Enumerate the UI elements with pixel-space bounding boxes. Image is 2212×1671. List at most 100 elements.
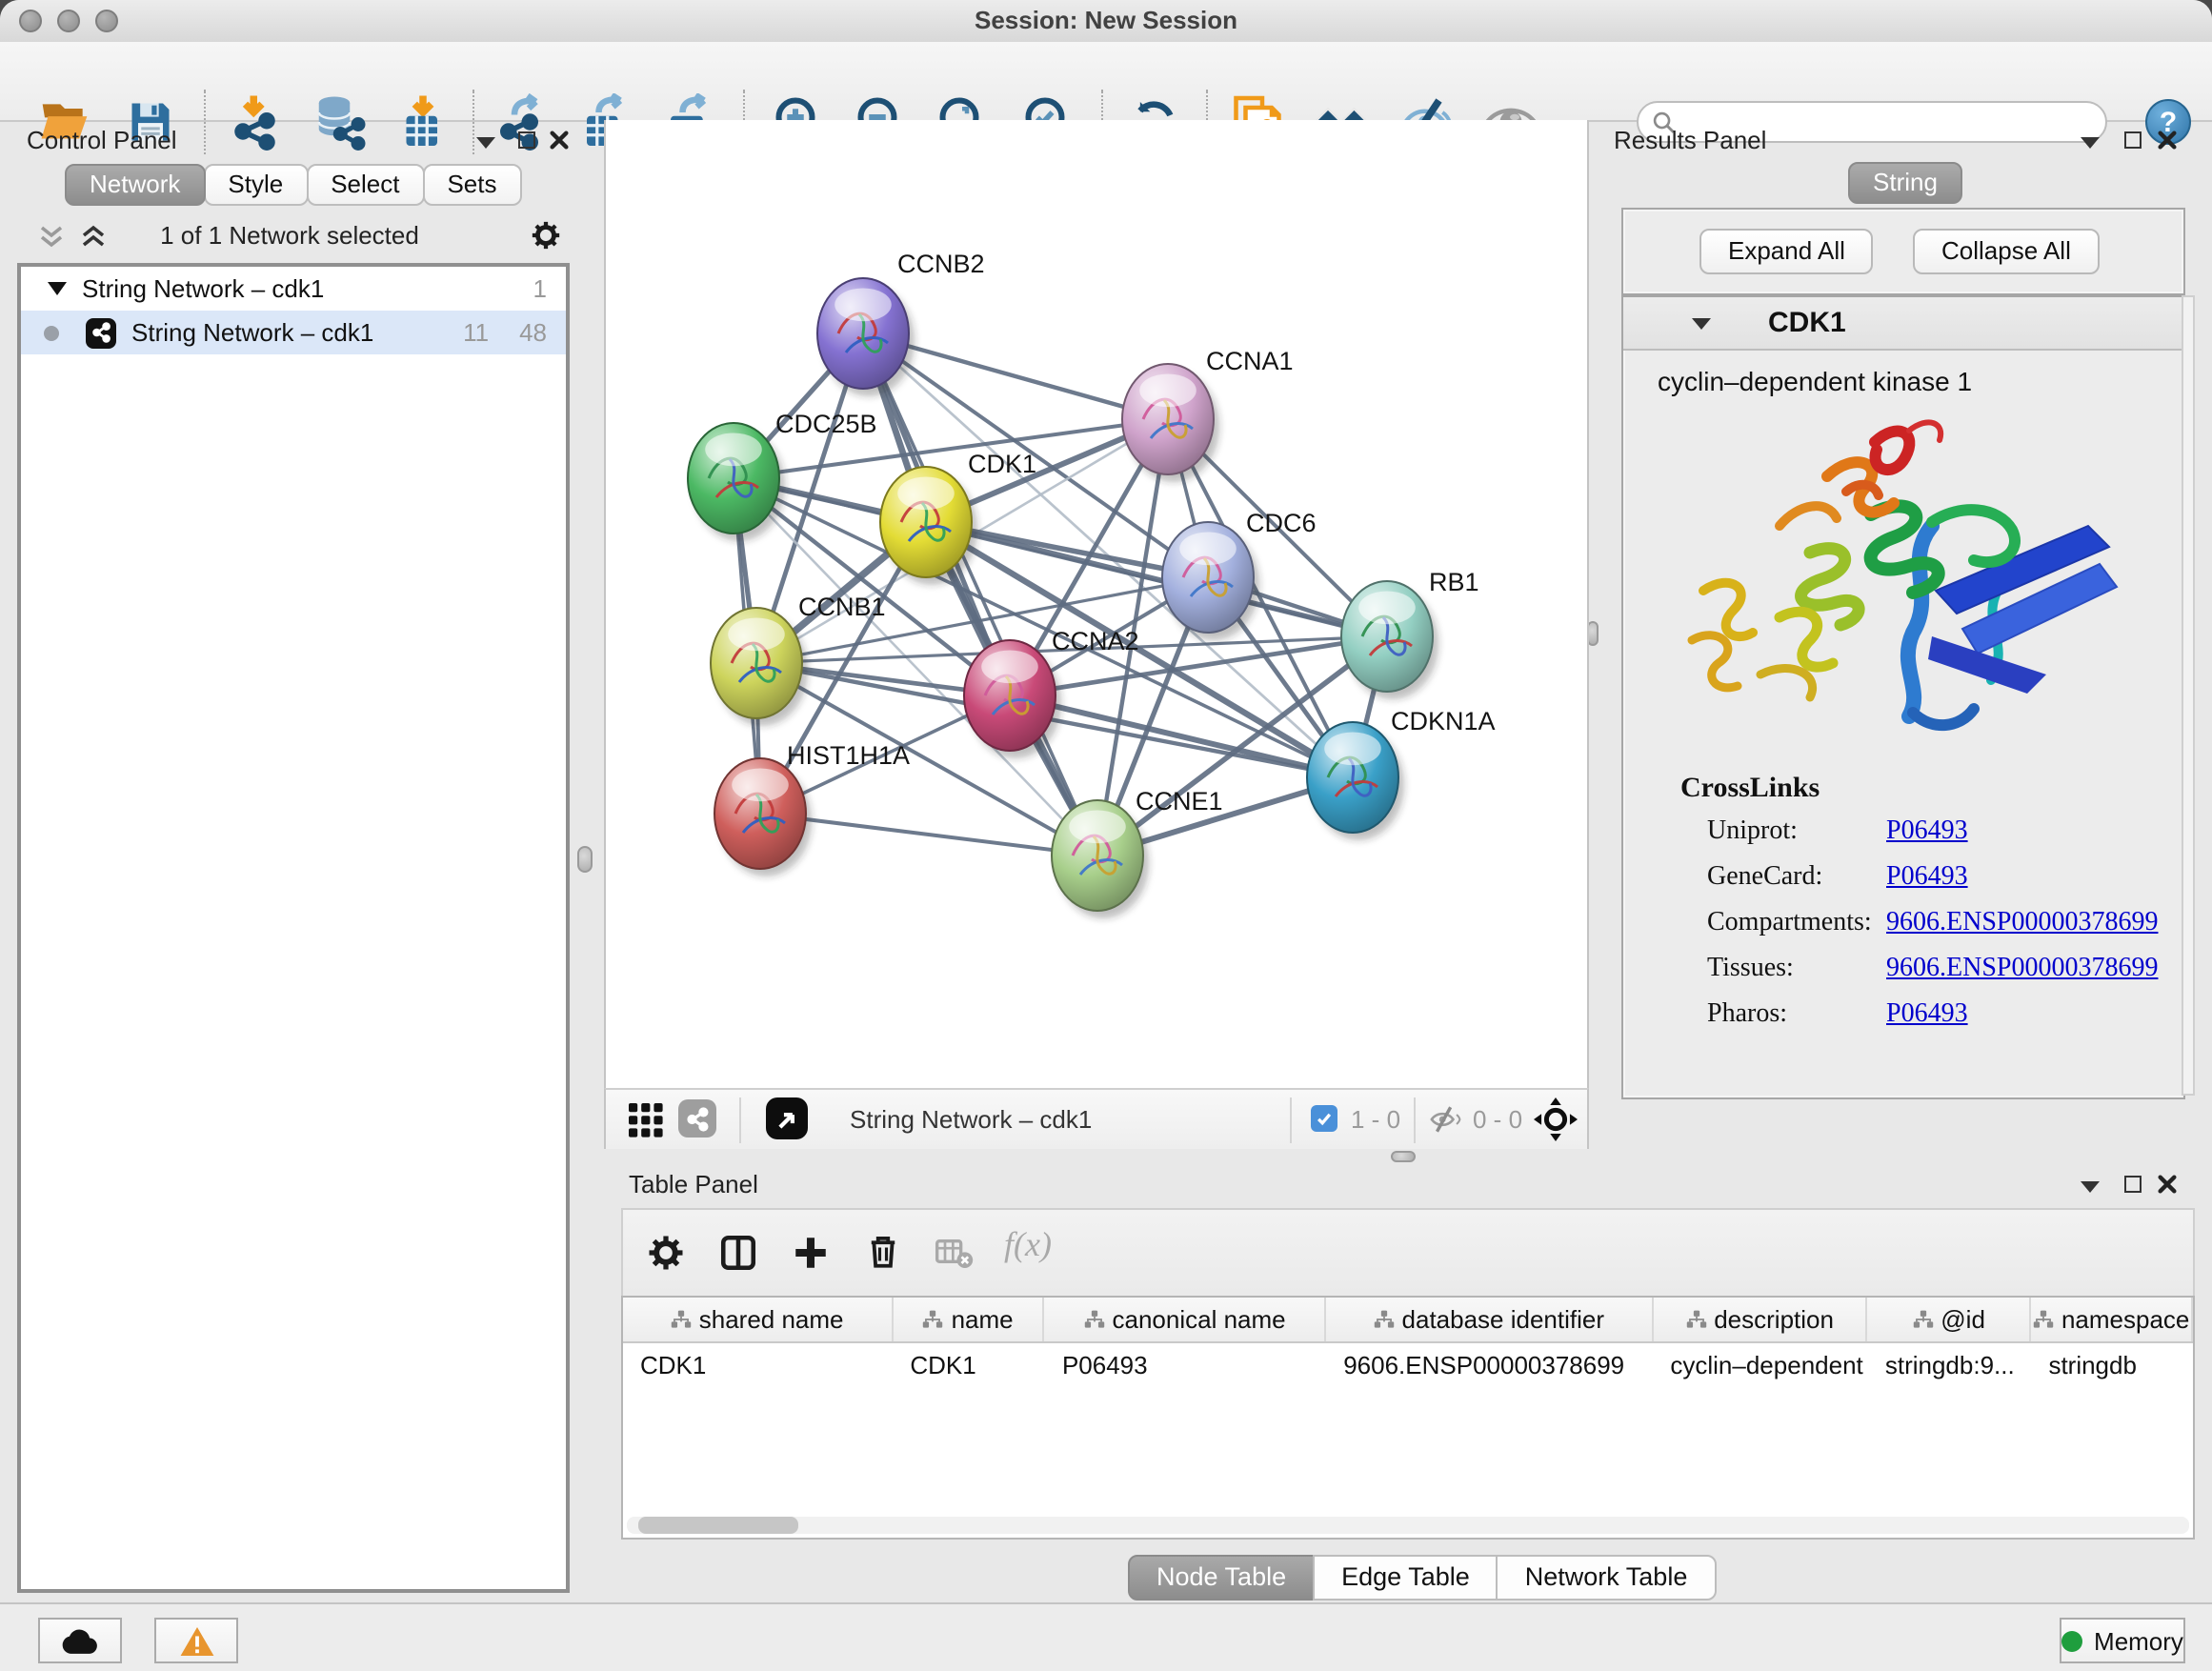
tab-network-table[interactable]: Network Table	[1497, 1555, 1717, 1601]
node-CDK1[interactable]: CDK1	[880, 450, 1036, 585]
crosslinks-list: Uniprot:P06493 GeneCard:P06493 Compartment…	[1623, 817, 2183, 1031]
table-hscrollbar-thumb[interactable]	[638, 1517, 798, 1534]
network-options-gear-icon[interactable]	[530, 219, 562, 252]
network-icon	[86, 317, 116, 348]
left-splitter-handle[interactable]	[577, 846, 593, 873]
node-label-RB1: RB1	[1429, 568, 1479, 596]
table-toolbar: f(x)	[621, 1208, 2195, 1296]
control-tab-sets[interactable]: Sets	[422, 164, 521, 206]
window-minimize-button[interactable]	[57, 10, 80, 32]
table-cell: 9606.ENSP00000378699	[1326, 1343, 1653, 1385]
crosslink-link[interactable]: 9606.ENSP00000378699	[1886, 909, 2158, 939]
node-CDKN1A[interactable]: CDKN1A	[1307, 707, 1496, 840]
table-gear-icon[interactable]	[646, 1233, 686, 1273]
node-CCNB2[interactable]: CCNB2	[817, 250, 985, 396]
show-columns-icon[interactable]	[718, 1233, 758, 1273]
tab-node-table[interactable]: Node Table	[1128, 1555, 1315, 1601]
column-header-shared-name[interactable]: shared name	[623, 1298, 893, 1341]
control-panel-float-icon[interactable]	[518, 131, 535, 149]
selected-checkbox-icon[interactable]	[1311, 1105, 1337, 1132]
bottom-splitter-handle[interactable]	[1391, 1151, 1416, 1162]
add-column-icon[interactable]	[791, 1233, 831, 1273]
collapse-all-button[interactable]: Collapse All	[1913, 229, 2100, 274]
network-canvas[interactable]: CCNB2 CCNA1 CDC25BCDK1 CDC6 RB1 CCNB1 CCNA2 CDK…	[604, 120, 1589, 1088]
crosslink-link[interactable]: 9606.ENSP00000378699	[1886, 955, 2158, 985]
edge-CCNB2-CCNE1[interactable]	[863, 333, 1097, 856]
status-bar: Memory	[0, 1602, 2212, 1671]
table-panel: Table Panel f(x)	[612, 1166, 2197, 1602]
crosslink-row: GeneCard:P06493	[1707, 863, 2183, 894]
gene-expander-icon[interactable]	[1692, 318, 1711, 330]
crosslink-label: Compartments:	[1707, 909, 1886, 939]
column-header--id[interactable]: @id	[1868, 1298, 2032, 1341]
network-collection-row[interactable]: String Network – cdk1 1	[21, 267, 566, 311]
table-row[interactable]: CDK1CDK1P064939606.ENSP00000378699cyclin…	[623, 1343, 2193, 1385]
column-header-namespace[interactable]: namespace	[2031, 1298, 2193, 1341]
selected-count: 1 - 0	[1351, 1105, 1400, 1134]
results-entry-box: CDK1 cyclin–dependent kinase 1	[1621, 295, 2185, 1099]
control-tab-network[interactable]: Network	[65, 164, 205, 206]
fit-selected-crosshair-icon[interactable]	[1534, 1097, 1578, 1141]
memory-status-dot	[2061, 1630, 2082, 1651]
hidden-eye-slash-icon	[1429, 1105, 1461, 1134]
node-CCNA2[interactable]: CCNA2	[964, 627, 1139, 758]
table-header-row[interactable]: shared namenamecanonical namedatabase id…	[623, 1298, 2193, 1343]
node-CCNA1[interactable]: CCNA1	[1122, 347, 1294, 482]
crosslink-link[interactable]: P06493	[1886, 817, 1968, 848]
node-CDC25B[interactable]: CDC25B	[688, 410, 877, 541]
node-label-CCNB1: CCNB1	[798, 593, 886, 621]
grid-view-icon[interactable]	[629, 1103, 663, 1137]
crosslink-row: Uniprot:P06493	[1707, 817, 2183, 848]
tree-expander-icon[interactable]	[48, 282, 67, 295]
control-panel-menu-icon[interactable]	[476, 137, 495, 149]
network-graph[interactable]: CCNB2 CCNA1 CDC25BCDK1 CDC6 RB1 CCNB1 CCNA2 CDK…	[606, 120, 1587, 1084]
table-hscrollbar[interactable]	[627, 1517, 2189, 1534]
results-panel-menu-icon[interactable]	[2081, 137, 2100, 149]
column-header-name[interactable]: name	[893, 1298, 1045, 1341]
gene-header[interactable]: CDK1	[1623, 297, 2183, 351]
table-cell: stringdb:9...	[1868, 1343, 2032, 1385]
table-panel-close-icon[interactable]	[2157, 1174, 2178, 1195]
crosslink-link[interactable]: P06493	[1886, 1000, 1968, 1031]
column-header-database-identifier[interactable]: database identifier	[1326, 1298, 1653, 1341]
window-title: Session: New Session	[0, 0, 2212, 42]
node-label-CDC6: CDC6	[1246, 509, 1317, 537]
function-builder-fx-icon: f(x)	[1004, 1225, 1052, 1265]
open-in-window-button[interactable]	[766, 1097, 808, 1139]
control-panel: Control Panel NetworkStyleSelectSets 1 o…	[8, 120, 572, 1602]
column-header-canonical-name[interactable]: canonical name	[1045, 1298, 1326, 1341]
window-close-button[interactable]	[19, 10, 42, 32]
control-tab-select[interactable]: Select	[306, 164, 424, 206]
results-panel-close-icon[interactable]	[2157, 130, 2178, 151]
protein-structure-image	[1646, 408, 2161, 755]
window-zoom-button[interactable]	[95, 10, 118, 32]
warnings-button[interactable]	[154, 1618, 238, 1663]
table-panel-title: Table Panel	[629, 1170, 758, 1198]
network-row[interactable]: String Network – cdk1 11 48	[21, 311, 566, 354]
results-actions-box: Expand All Collapse All	[1621, 208, 2185, 295]
control-tab-style[interactable]: Style	[203, 164, 308, 206]
crosslink-link[interactable]: P06493	[1886, 863, 1968, 894]
node-CCNE1[interactable]: CCNE1	[1052, 787, 1223, 918]
table-panel-menu-icon[interactable]	[2081, 1181, 2100, 1193]
node-RB1[interactable]: RB1	[1341, 568, 1479, 699]
network-selection-summary: 1 of 1 Network selected	[8, 221, 572, 250]
control-panel-close-icon[interactable]	[549, 130, 570, 151]
node-label-CDKN1A: CDKN1A	[1391, 707, 1496, 735]
column-header-description[interactable]: description	[1653, 1298, 1867, 1341]
table-panel-float-icon[interactable]	[2124, 1176, 2142, 1193]
cloud-button[interactable]	[38, 1618, 122, 1663]
network-list-header: 1 of 1 Network selected	[8, 213, 572, 259]
node-HIST1H1A[interactable]: HIST1H1A	[714, 741, 910, 876]
separator	[739, 1097, 741, 1143]
memory-button[interactable]: Memory	[2060, 1618, 2185, 1663]
node-CDC6[interactable]: CDC6	[1162, 509, 1317, 640]
network-view-icon[interactable]	[678, 1099, 716, 1137]
delete-table-icon	[935, 1237, 974, 1271]
results-scrollbar[interactable]	[2182, 295, 2195, 1096]
expand-all-button[interactable]: Expand All	[1699, 229, 1874, 274]
delete-column-trash-icon[interactable]	[863, 1231, 903, 1271]
results-tab-string[interactable]: String	[1848, 162, 1962, 204]
tab-edge-table[interactable]: Edge Table	[1313, 1555, 1498, 1601]
results-panel-float-icon[interactable]	[2124, 131, 2142, 149]
